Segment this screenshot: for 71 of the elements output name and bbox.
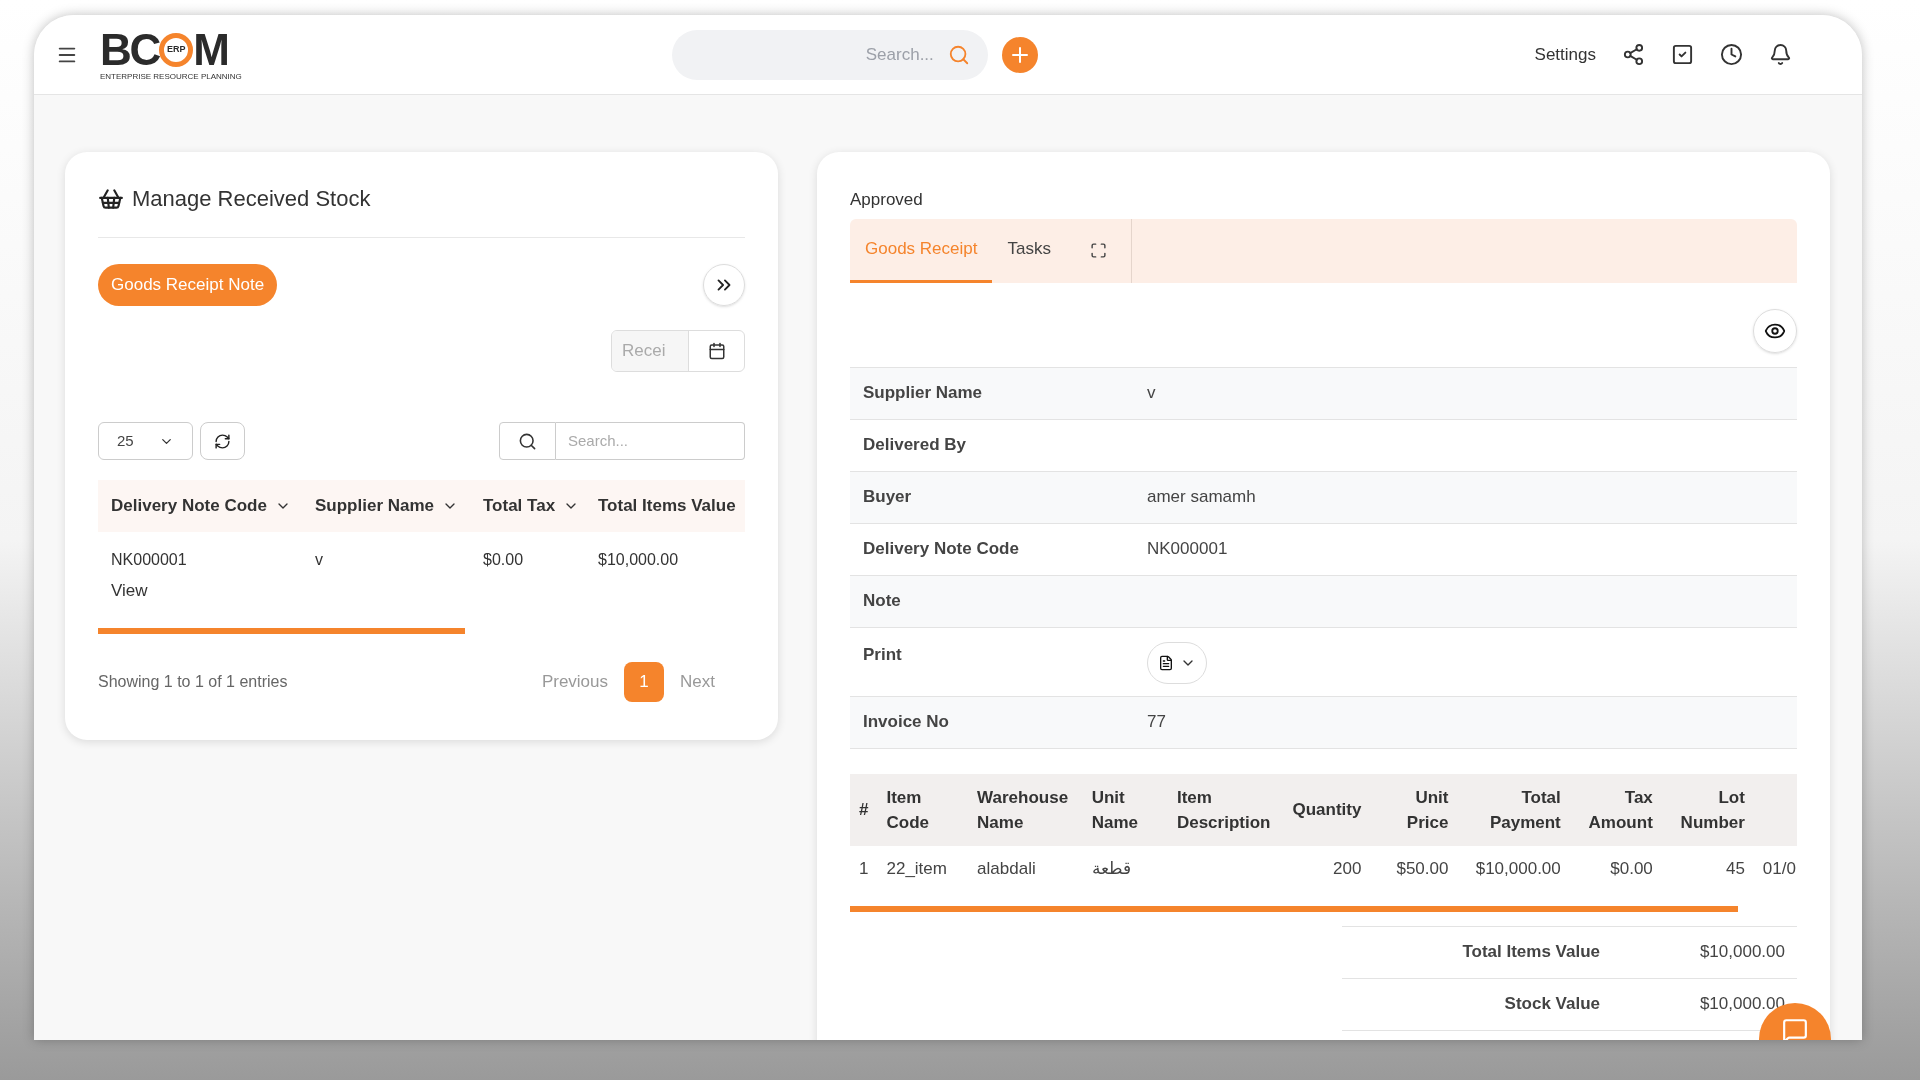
total-value: $10,000.00 <box>1699 941 1786 964</box>
detail-value: amer samamh <box>1147 486 1256 509</box>
total-label: Total Items Value <box>1461 941 1600 964</box>
detail-label: Invoice No <box>863 711 950 734</box>
bell-icon[interactable] <box>1769 43 1792 66</box>
card-title: Manage Received Stock <box>132 185 371 213</box>
clock-icon[interactable] <box>1720 43 1743 66</box>
column-header: Item Code <box>886 786 930 834</box>
add-button[interactable] <box>1001 36 1038 73</box>
table-cell: $0.00 <box>1610 858 1653 878</box>
column-header: Unit Name <box>1091 786 1139 834</box>
logo-badge: ERP <box>159 33 194 67</box>
logo-tagline: ENTERPRISE RESOURCE PLANNING <box>100 72 242 81</box>
column-header: Item Description <box>1176 786 1272 834</box>
detail-label: Supplier Name <box>863 382 984 405</box>
table-cell: $10,000.00 <box>1475 858 1561 878</box>
column-header: Tax Amount <box>1587 786 1653 834</box>
calendar-icon[interactable] <box>707 342 726 360</box>
total-value: $10,000.00 <box>1699 993 1786 1016</box>
table-cell: 1 <box>859 858 869 878</box>
date-field[interactable]: Recei <box>612 331 688 371</box>
column-header[interactable]: Delivery Note Code <box>111 493 267 519</box>
status-label: Approved <box>850 189 924 211</box>
table-cell: 200 <box>1333 858 1362 878</box>
column-header: Quantity <box>1292 799 1362 821</box>
detail-label: Note <box>863 590 902 613</box>
page-size-select[interactable]: 25 <box>98 422 193 460</box>
table-cell: 45 <box>1725 858 1745 878</box>
checkbox-icon[interactable] <box>1671 43 1694 66</box>
scrollbar[interactable] <box>850 905 1738 912</box>
scrollbar[interactable] <box>98 627 465 634</box>
table-cell-text: v <box>315 550 324 570</box>
column-header[interactable]: Supplier Name <box>315 493 435 519</box>
detail-value: v <box>1147 382 1156 405</box>
view-link[interactable]: View <box>111 578 148 604</box>
table-cell: قطعة <box>1091 858 1131 878</box>
column-header: # <box>859 799 869 821</box>
column-header[interactable]: Total Tax <box>483 493 556 519</box>
detail-label: Delivery Note Code <box>863 538 1020 561</box>
table-cell: alabdali <box>977 858 1036 878</box>
share-icon[interactable] <box>1622 43 1645 66</box>
logo-text: M <box>193 28 230 72</box>
detail-label: Delivered By <box>863 434 967 457</box>
document-icon <box>1158 654 1174 671</box>
refresh-icon <box>214 432 231 450</box>
table-cell-text: $0.00 <box>483 550 525 570</box>
table-search-field[interactable]: Search... <box>556 422 745 460</box>
table-cell: 22_item <box>886 858 947 878</box>
column-header: Lot Number <box>1679 786 1745 834</box>
settings-link[interactable]: Settings <box>1534 41 1596 68</box>
table-cell-text: NK000001 <box>111 550 188 570</box>
detail-label: Buyer <box>863 486 913 509</box>
chat-icon <box>1782 1017 1808 1040</box>
search-field[interactable]: Search... <box>833 41 934 68</box>
table-cell-text: $10,000.00 <box>598 550 680 570</box>
detail-value: NK000001 <box>1147 538 1228 561</box>
fullscreen-icon[interactable] <box>1089 242 1107 259</box>
column-header[interactable]: Total Items Value <box>598 493 736 519</box>
detail-value: 77 <box>1147 711 1166 734</box>
entries-info: Showing 1 to 1 of 1 entries <box>98 671 288 692</box>
table-cell: 01/0 <box>1762 858 1796 878</box>
logo-text: BC <box>100 28 160 72</box>
column-header: Total Payment <box>1488 786 1561 834</box>
table-cell: $50.00 <box>1396 858 1449 878</box>
refresh-button[interactable] <box>200 422 245 460</box>
search-icon <box>518 431 537 451</box>
tab[interactable]: Tasks <box>992 218 1066 283</box>
total-label: Stock Value <box>1503 993 1600 1016</box>
detail-label: Print <box>863 643 903 666</box>
column-header: Unit Price <box>1405 786 1449 834</box>
column-header: Warehouse Name <box>977 786 1070 834</box>
